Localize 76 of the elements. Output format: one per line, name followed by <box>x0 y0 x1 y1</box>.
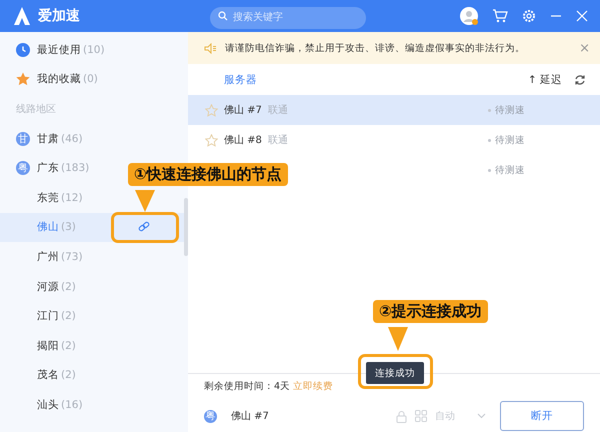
speaker-icon <box>204 42 217 54</box>
success-toast: 连接成功 <box>366 362 424 384</box>
section-label: 线路地区 <box>15 102 57 117</box>
status-dot <box>488 138 491 142</box>
cart-icon[interactable] <box>492 9 508 23</box>
server-name: 佛山 #8 <box>224 134 262 147</box>
latency-status: 待测速 <box>495 104 525 116</box>
column-header[interactable]: ↑ 延迟 <box>528 72 562 86</box>
item-label: 东莞 <box>37 190 59 205</box>
sidebar-item[interactable]: 广州 (73) <box>0 242 188 272</box>
item-label: 河源 <box>37 280 59 294</box>
item-count: (46) <box>61 132 83 145</box>
item-label: 最近使用 <box>37 42 81 57</box>
sidebar-item[interactable]: 我的收藏 (0) <box>0 64 188 94</box>
pointer-tooltip <box>135 190 155 212</box>
item-count: (16) <box>61 398 83 411</box>
sidebar-item[interactable]: 最近使用 (10) <box>0 35 188 65</box>
server-isp: 联通 <box>268 134 288 147</box>
column-header[interactable]: 服务器 <box>224 72 528 86</box>
status-dot <box>488 108 491 112</box>
item-label: 汕头 <box>37 398 59 412</box>
item-count: (2) <box>61 340 76 352</box>
item-label: 广东 <box>37 161 59 176</box>
item-count: (2) <box>61 369 76 382</box>
grid-icon <box>415 410 427 422</box>
item-label: 广州 <box>37 250 59 264</box>
region-badge: 甘 <box>16 132 30 146</box>
item-label: 我的收藏 <box>37 72 81 86</box>
item-count: (73) <box>61 250 83 263</box>
sidebar-item[interactable]: 茂名 (2) <box>0 360 188 390</box>
region-badge: 粤 <box>204 410 217 422</box>
refresh-icon[interactable] <box>574 74 586 86</box>
app-title: 爱加速 <box>38 7 80 25</box>
sidebar-item[interactable]: 甘 甘肃 (46) <box>0 124 188 154</box>
server-name: 佛山 #7 <box>224 104 262 117</box>
callout-tooltip: ①快速连接佛山的节点 <box>128 163 288 186</box>
item-count: (10) <box>83 44 105 56</box>
link-button[interactable] <box>138 221 150 234</box>
current-server: 佛山 #7 <box>231 410 270 423</box>
item-label: 甘肃 <box>37 132 59 146</box>
sidebar-item[interactable]: 汕头 (16) <box>0 390 188 420</box>
clock-icon <box>16 42 30 57</box>
item-count: (183) <box>61 162 90 174</box>
star-icon <box>16 72 30 86</box>
logo-icon <box>12 6 32 26</box>
remaining-time: 剩余使用时间：4天 立即续费 <box>204 380 334 393</box>
item-count: (2) <box>61 280 76 293</box>
star-icon[interactable] <box>205 104 218 116</box>
avatar-icon[interactable] <box>460 7 478 25</box>
item-label: 茂名 <box>37 368 59 382</box>
status-dot <box>488 168 491 172</box>
pointer-tooltip <box>388 327 408 351</box>
search-icon <box>218 11 228 21</box>
latency-status: 待测速 <box>495 134 525 146</box>
sidebar-item[interactable]: 江门 (2) <box>0 301 188 331</box>
notice-text: 请谨防电信诈骗，禁止用于攻击、诽谤、编造虚假事实的非法行为。 <box>225 42 526 54</box>
item-label: 佛山 <box>37 220 59 234</box>
settings-icon[interactable] <box>522 9 536 23</box>
server-isp: 联通 <box>268 104 288 117</box>
item-count: (3) <box>61 221 76 234</box>
region-badge: 粤 <box>16 161 30 176</box>
star-icon[interactable] <box>205 134 218 146</box>
highlight-ring <box>111 212 179 243</box>
item-count: (12) <box>61 192 83 204</box>
close-icon[interactable] <box>576 10 588 22</box>
link-icon <box>138 221 150 234</box>
item-count: (2) <box>61 310 76 322</box>
latency-status: 待测速 <box>495 164 525 176</box>
item-count: (0) <box>83 73 98 86</box>
sidebar-item[interactable]: 河源 (2) <box>0 272 188 302</box>
callout-tooltip: ②提示连接成功 <box>373 300 488 323</box>
disconnect-button[interactable]: 断开 <box>500 401 584 431</box>
server-row[interactable]: 佛山 #7 联通 待测速 <box>188 95 600 125</box>
item-label: 江门 <box>37 309 59 324</box>
sidebar-item[interactable]: 揭阳 (2) <box>0 330 188 361</box>
item-label: 揭阳 <box>37 338 59 353</box>
